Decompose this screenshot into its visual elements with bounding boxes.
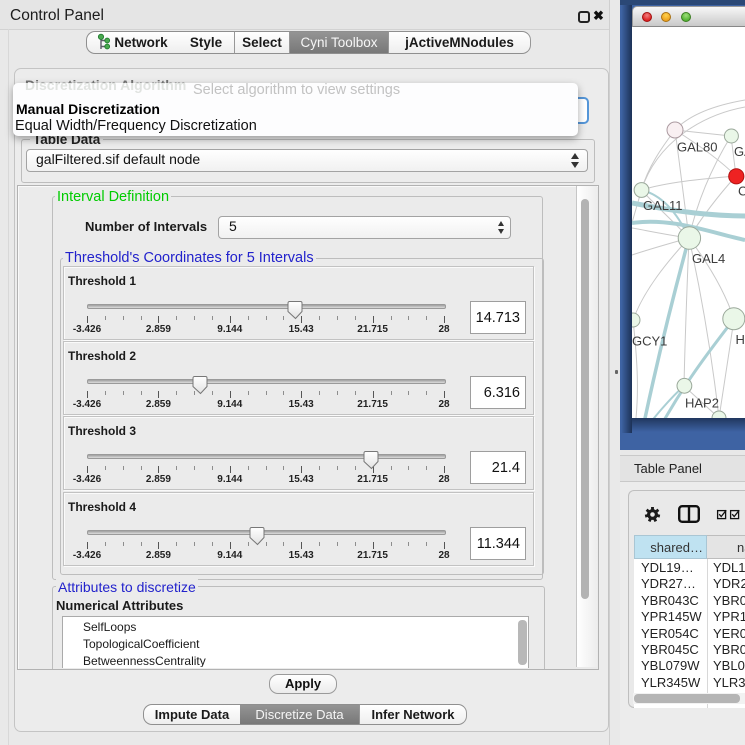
svg-text:CD: CD [738,184,745,199]
svg-text:GAL4: GAL4 [692,251,725,266]
svg-text:HAP2: HAP2 [685,396,719,411]
svg-text:GA: GA [734,144,745,159]
svg-text:GAL11: GAL11 [643,198,683,213]
svg-text:GAL80: GAL80 [677,140,717,155]
svg-text:GCY1: GCY1 [632,334,667,349]
svg-text:HA: HA [736,332,745,347]
